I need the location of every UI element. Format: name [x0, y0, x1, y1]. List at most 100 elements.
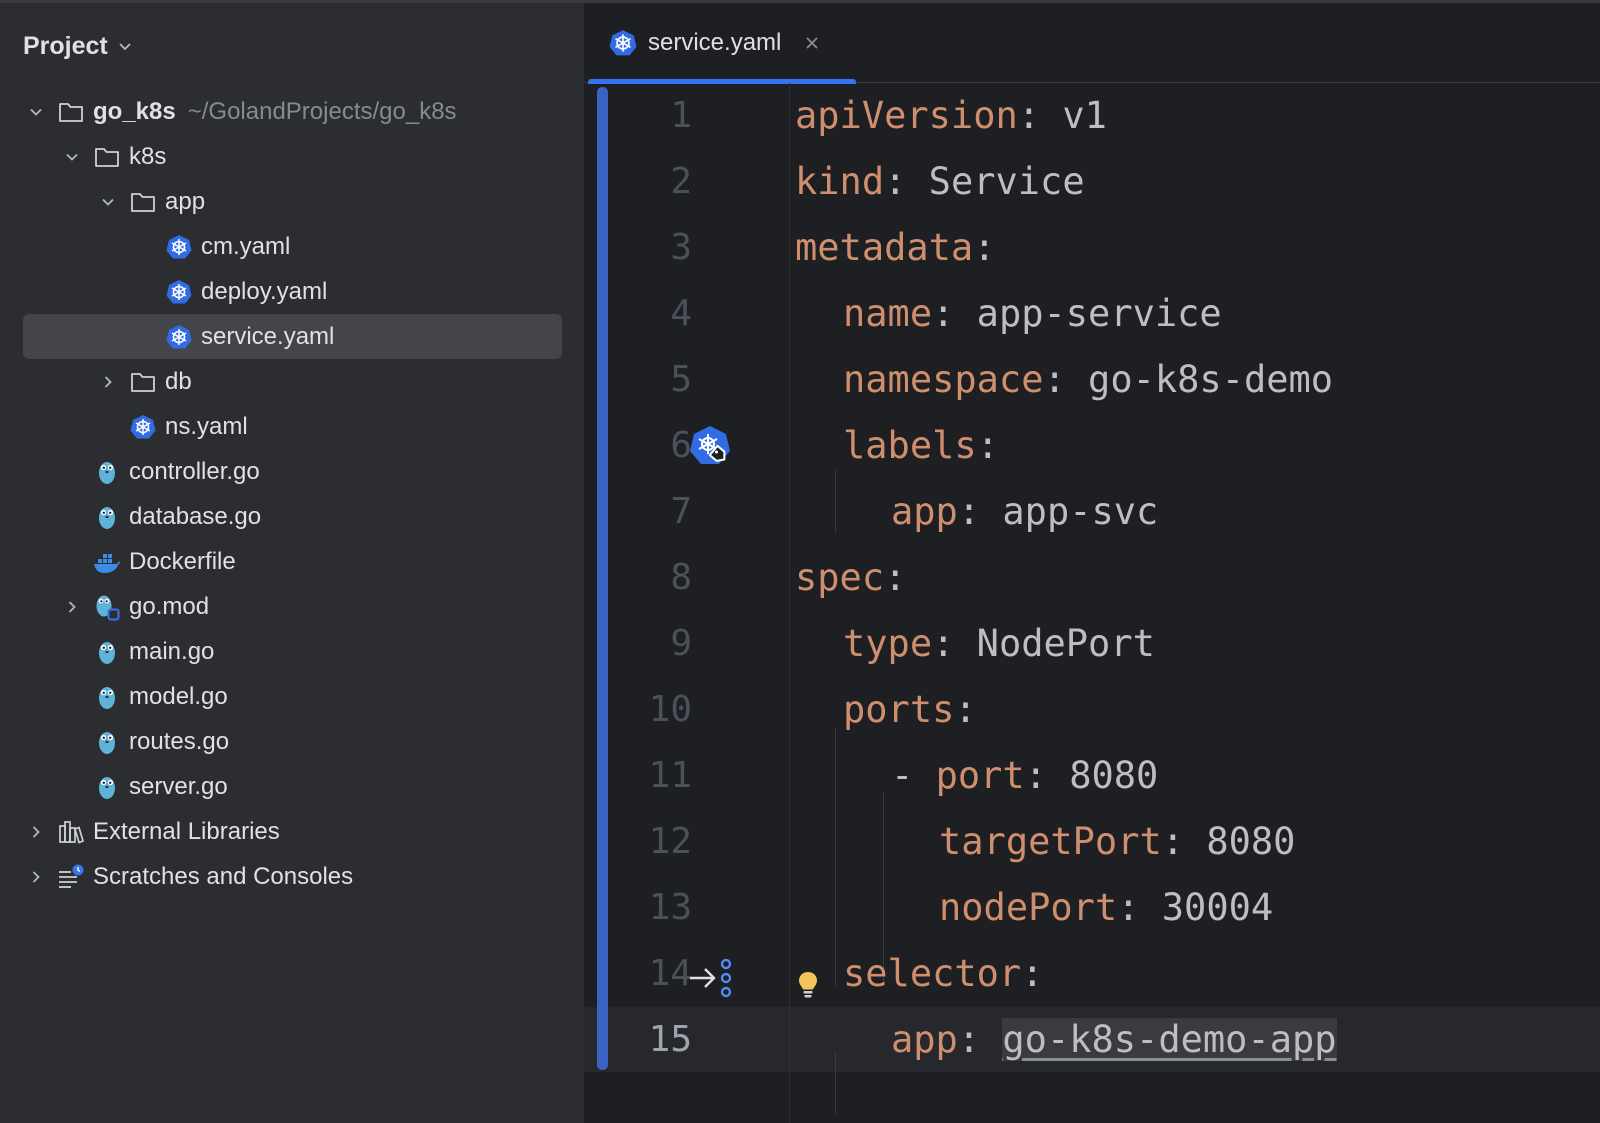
yaml-key: labels: [843, 424, 977, 467]
tree-item-label: k8s: [129, 142, 167, 170]
code-line-9[interactable]: type: NodePort: [843, 611, 1155, 677]
line-number[interactable]: 11: [610, 743, 692, 809]
yaml-key: metadata: [795, 226, 974, 269]
tree-item-go-k8s[interactable]: go_k8s ~/GolandProjects/go_k8s: [23, 89, 562, 134]
chevron-down-icon: [118, 39, 132, 53]
yaml-key: app: [891, 1018, 958, 1061]
code-line-3[interactable]: metadata:: [795, 215, 996, 281]
vcs-change-marker[interactable]: [597, 87, 608, 1070]
line-number[interactable]: 4: [610, 281, 692, 347]
line-number[interactable]: 9: [610, 611, 692, 677]
tree-item-controller-go[interactable]: controller.go: [23, 449, 562, 494]
yaml-value: NodePort: [976, 622, 1155, 665]
code-line-4[interactable]: name: app-service: [843, 281, 1222, 347]
line-number[interactable]: 6: [610, 413, 692, 479]
tree-item-label: go.mod: [129, 592, 210, 620]
line-number[interactable]: 2: [610, 149, 692, 215]
tree-item-cm-yaml[interactable]: cm.yaml: [23, 224, 562, 269]
selector-navigate-icon[interactable]: [688, 956, 734, 1000]
code-line-12[interactable]: targetPort: 8080: [939, 809, 1295, 875]
yaml-value: Service: [928, 160, 1085, 203]
tree-item-server-go[interactable]: server.go: [23, 764, 562, 809]
tree-item-k8s[interactable]: k8s: [23, 134, 562, 179]
go-gopher-icon: [93, 503, 121, 531]
chevron-right-icon[interactable]: [59, 594, 85, 620]
chevron-down-icon[interactable]: [95, 189, 121, 215]
code-line-7[interactable]: app: app-svc: [891, 479, 1158, 545]
lightbulb-icon[interactable]: [796, 969, 820, 1001]
line-number[interactable]: 1: [610, 83, 692, 149]
folder-icon: [129, 188, 157, 216]
kubernetes-label-icon[interactable]: [688, 424, 732, 468]
tree-item-external-libraries[interactable]: External Libraries: [23, 809, 562, 854]
code-line-14[interactable]: selector:: [843, 941, 1044, 1007]
code-line-10[interactable]: ports:: [843, 677, 977, 743]
tree-item-database-go[interactable]: database.go: [23, 494, 562, 539]
code-line-15[interactable]: app: go-k8s-demo-app: [891, 1007, 1337, 1073]
yaml-separator: :: [1117, 886, 1162, 929]
folder-icon: [93, 143, 121, 171]
close-icon[interactable]: [803, 34, 821, 52]
yaml-separator: :: [973, 226, 996, 269]
line-number-current[interactable]: 15: [610, 1007, 692, 1073]
yaml-value: app-svc: [1002, 490, 1159, 533]
code-line-8[interactable]: spec:: [795, 545, 906, 611]
tree-item-go-mod[interactable]: go.mod: [23, 584, 562, 629]
tree-item-label: controller.go: [129, 457, 260, 485]
project-tool-window: Project go_k8s ~/GolandProjects/go_k8s k…: [0, 0, 584, 1123]
tree-item-main-go[interactable]: main.go: [23, 629, 562, 674]
tree-item-app[interactable]: app: [23, 179, 562, 224]
line-number[interactable]: 8: [610, 545, 692, 611]
project-panel-title: Project: [23, 31, 108, 60]
chevron-down-icon[interactable]: [59, 144, 85, 170]
tree-item-label: ns.yaml: [165, 412, 248, 440]
tree-item-scratches-and-consoles[interactable]: Scratches and Consoles: [23, 854, 562, 899]
tree-item-db[interactable]: db: [23, 359, 562, 404]
line-number[interactable]: 3: [610, 215, 692, 281]
tree-item-service-yaml[interactable]: service.yaml: [23, 314, 562, 359]
code-editor[interactable]: 1 2 3 4 5 6 7 8 9 10 11 12 13 14 15 apiV…: [584, 83, 1600, 1123]
line-number[interactable]: 12: [610, 809, 692, 875]
code-line-11[interactable]: - port: 8080: [891, 743, 1158, 809]
line-number[interactable]: 13: [610, 875, 692, 941]
yaml-key: type: [843, 622, 933, 665]
scratches-icon: [57, 863, 85, 891]
code-line-6[interactable]: labels:: [843, 413, 999, 479]
yaml-key: app: [891, 490, 958, 533]
yaml-list-dash: -: [891, 754, 936, 797]
chevron-right-icon[interactable]: [95, 369, 121, 395]
tree-item-model-go[interactable]: model.go: [23, 674, 562, 719]
yaml-separator: :: [1043, 358, 1089, 401]
project-path: ~/GolandProjects/go_k8s: [187, 97, 457, 125]
go-gopher-icon: [93, 458, 121, 486]
yaml-separator: :: [884, 160, 929, 203]
chevron-right-icon[interactable]: [23, 819, 49, 845]
chevron-down-icon[interactable]: [23, 99, 49, 125]
line-number[interactable]: 10: [610, 677, 692, 743]
code-line-2[interactable]: kind: Service: [795, 149, 1085, 215]
go-mod-icon: [93, 593, 121, 621]
code-line-5[interactable]: namespace: go-k8s-demo: [843, 347, 1333, 413]
indent-guide: [835, 469, 836, 533]
code-line-1[interactable]: apiVersion: v1: [795, 83, 1107, 149]
yaml-value: 8080: [1206, 820, 1296, 863]
tab-service-yaml[interactable]: service.yaml: [586, 3, 856, 84]
yaml-separator: :: [1021, 952, 1044, 995]
tree-item-dockerfile[interactable]: Dockerfile: [23, 539, 562, 584]
yaml-value-highlighted[interactable]: go-k8s-demo-app: [1002, 1018, 1337, 1061]
yaml-separator: :: [932, 622, 977, 665]
yaml-separator: :: [954, 688, 977, 731]
line-number[interactable]: 7: [610, 479, 692, 545]
tree-item-routes-go[interactable]: routes.go: [23, 719, 562, 764]
chevron-right-icon[interactable]: [23, 864, 49, 890]
code-line-13[interactable]: nodePort: 30004: [939, 875, 1273, 941]
kubernetes-icon: [165, 278, 193, 306]
indent-guide: [835, 728, 836, 986]
folder-icon: [129, 368, 157, 396]
yaml-value: app-service: [976, 292, 1222, 335]
tree-item-deploy-yaml[interactable]: deploy.yaml: [23, 269, 562, 314]
line-number[interactable]: 14: [610, 941, 692, 1007]
project-view-selector[interactable]: Project: [23, 27, 132, 65]
line-number[interactable]: 5: [610, 347, 692, 413]
tree-item-ns-yaml[interactable]: ns.yaml: [23, 404, 562, 449]
